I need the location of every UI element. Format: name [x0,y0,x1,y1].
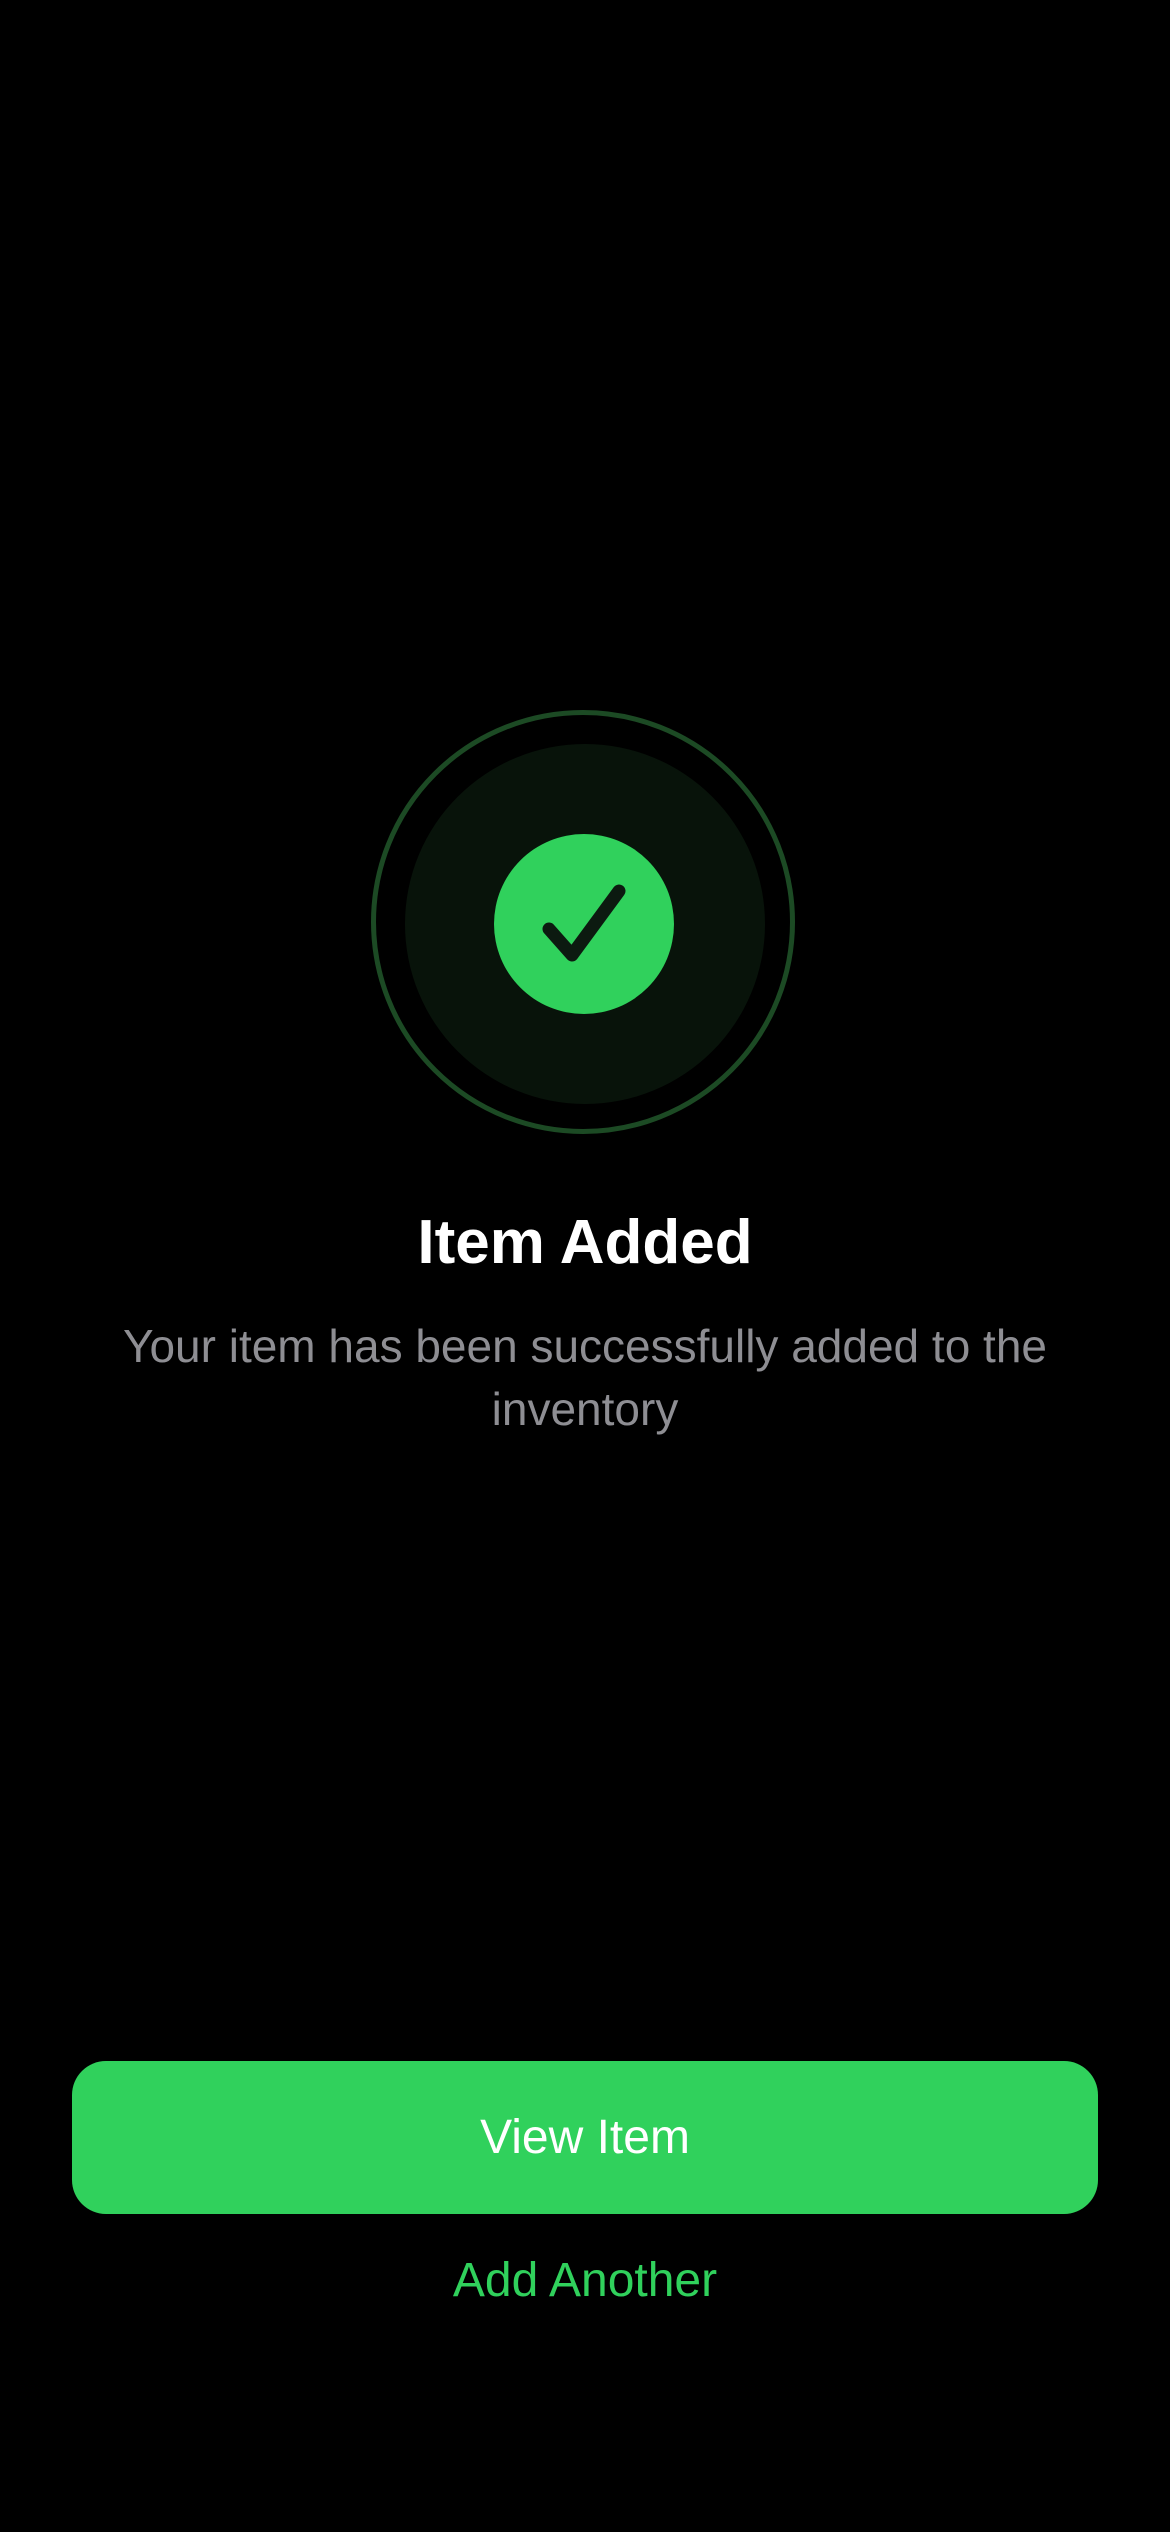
add-another-button[interactable]: Add Another [335,2245,835,2315]
success-message: Your item has been successfully added to… [123,1320,1047,1435]
success-title: Item Added [417,1208,753,1277]
success-screen: Item Added Your item has been successful… [0,0,1170,2532]
success-badge [494,834,674,1014]
view-item-button[interactable]: View Item [72,2061,1098,2214]
checkmark-icon [542,884,626,962]
